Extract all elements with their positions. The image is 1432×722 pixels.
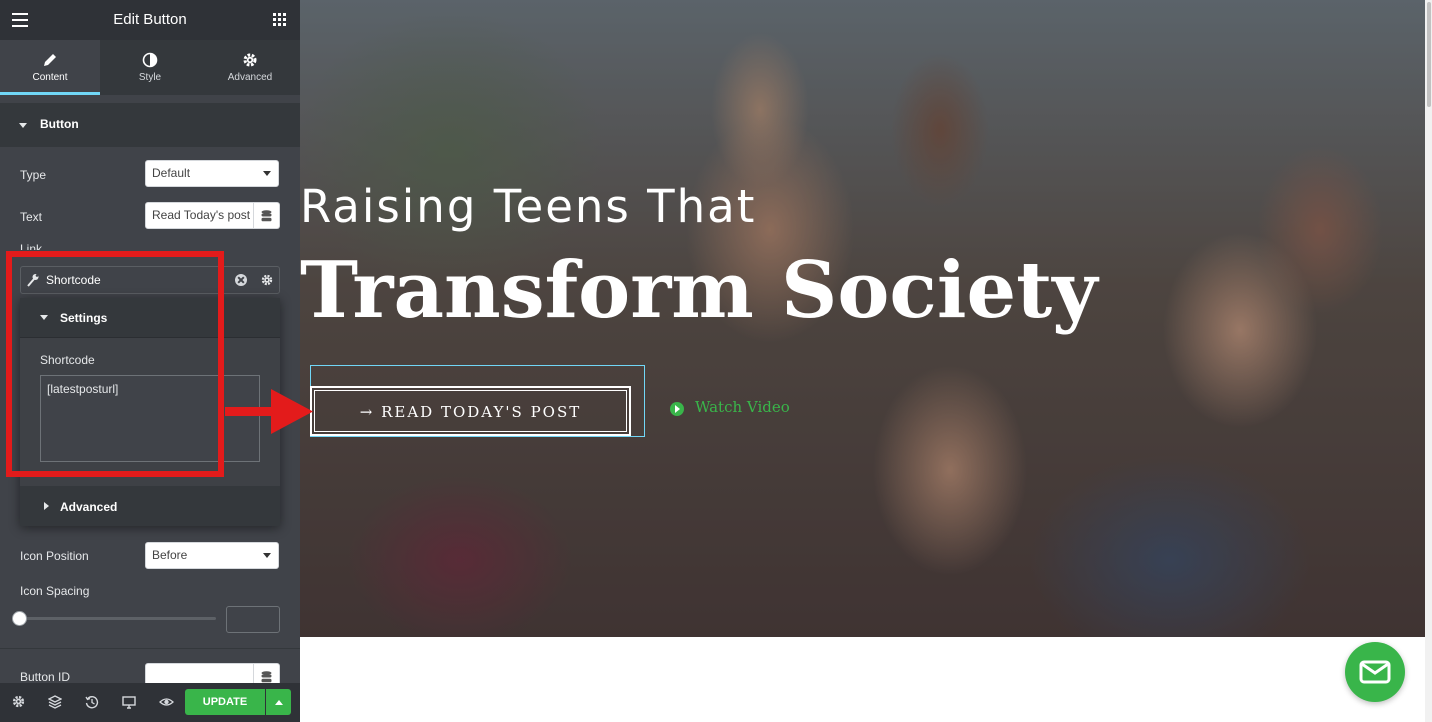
read-todays-post-inner: → READ TODAY'S POST bbox=[314, 390, 627, 432]
popover-advanced-title: Advanced bbox=[60, 500, 118, 514]
contact-chat-button[interactable] bbox=[1345, 642, 1405, 702]
caret-down-icon bbox=[19, 123, 27, 128]
read-todays-post-button[interactable]: → READ TODAY'S POST bbox=[310, 386, 631, 436]
annotation-highlight-box bbox=[6, 251, 224, 477]
icon-spacing-input[interactable] bbox=[226, 606, 280, 633]
widgets-grid-icon[interactable] bbox=[273, 13, 287, 27]
tab-advanced[interactable]: Advanced bbox=[200, 40, 300, 95]
link-label: Link bbox=[20, 242, 43, 250]
section-button-header[interactable]: Button bbox=[0, 103, 300, 147]
watch-video-link[interactable]: Watch Video bbox=[695, 398, 790, 416]
chevron-down-icon bbox=[263, 553, 271, 558]
tag-settings-gear-icon[interactable] bbox=[261, 274, 273, 286]
type-label: Type bbox=[20, 168, 47, 182]
update-button[interactable]: UPDATE bbox=[185, 689, 265, 715]
tab-advanced-label: Advanced bbox=[227, 72, 273, 83]
text-label: Text bbox=[20, 210, 43, 224]
icon-position-label: Icon Position bbox=[20, 549, 89, 563]
caret-right-icon bbox=[44, 502, 49, 510]
cta-label: READ TODAY'S POST bbox=[381, 403, 582, 421]
hero-headline-1: Raising Teens That bbox=[300, 180, 757, 233]
popover-advanced-header[interactable]: Advanced bbox=[20, 486, 280, 526]
remove-tag-icon[interactable] bbox=[235, 274, 247, 286]
page-scrollbar-thumb[interactable] bbox=[1427, 2, 1431, 107]
section-title: Button bbox=[40, 117, 79, 131]
database-icon bbox=[261, 210, 272, 222]
layers-icon[interactable] bbox=[48, 695, 62, 709]
icon-spacing-slider-track[interactable] bbox=[20, 617, 216, 620]
chevron-up-icon bbox=[275, 700, 283, 705]
gear-icon bbox=[243, 53, 257, 67]
icon-position-value: Before bbox=[152, 548, 188, 562]
button-id-label: Button ID bbox=[20, 670, 71, 684]
preview-eye-icon[interactable] bbox=[159, 695, 174, 709]
icon-spacing-slider-handle[interactable] bbox=[12, 611, 27, 626]
history-icon[interactable] bbox=[85, 695, 99, 709]
tab-style[interactable]: Style bbox=[100, 40, 200, 95]
responsive-desktop-icon[interactable] bbox=[122, 695, 136, 709]
divider bbox=[0, 648, 300, 649]
database-icon bbox=[261, 671, 272, 683]
update-options-button[interactable] bbox=[266, 689, 291, 715]
pencil-icon bbox=[44, 54, 56, 66]
settings-gear-icon[interactable] bbox=[12, 695, 25, 708]
annotation-arrow-icon bbox=[225, 389, 313, 434]
page-scrollbar[interactable] bbox=[1425, 0, 1432, 722]
panel-tabs: Content Style Advanced bbox=[0, 40, 300, 95]
icon-spacing-label: Icon Spacing bbox=[20, 584, 90, 598]
tab-content-label: Content bbox=[32, 72, 68, 83]
type-select-value: Default bbox=[152, 166, 191, 180]
envelope-icon bbox=[1359, 660, 1391, 684]
hero-headline-2: Transform Society bbox=[300, 245, 1098, 336]
icon-position-select[interactable]: Before bbox=[145, 542, 279, 569]
hero-section: Raising Teens That Transform Society → R… bbox=[300, 0, 1425, 637]
chevron-down-icon bbox=[263, 171, 271, 176]
panel-title: Edit Button bbox=[113, 11, 187, 28]
tab-style-label: Style bbox=[138, 72, 162, 83]
tab-content[interactable]: Content bbox=[0, 40, 100, 95]
play-circle-icon[interactable] bbox=[670, 402, 684, 416]
dynamic-tags-button[interactable] bbox=[254, 202, 280, 229]
arrow-right-icon: → bbox=[359, 403, 382, 421]
type-select[interactable]: Default bbox=[145, 160, 279, 187]
contrast-icon bbox=[142, 52, 158, 68]
panel-header: Edit Button bbox=[0, 0, 300, 40]
text-input[interactable]: Read Today's post bbox=[145, 202, 254, 229]
